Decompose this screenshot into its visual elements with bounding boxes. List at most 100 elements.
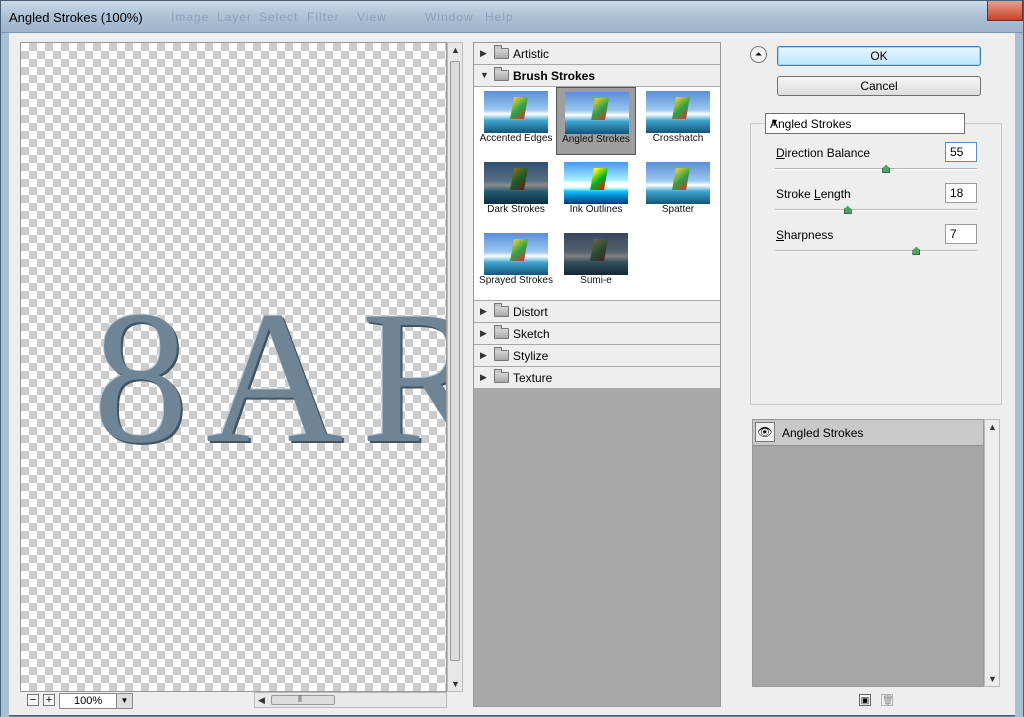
category-label: Texture <box>513 371 553 385</box>
window-frame-right <box>1015 33 1023 717</box>
collapse-arrow-icon: ▼ <box>480 70 489 80</box>
window-title: Angled Strokes (100%) <box>9 10 143 25</box>
stroke-length-label: Stroke Length <box>776 187 851 201</box>
preview-vertical-scrollbar[interactable]: ▲ ▼ <box>447 42 463 692</box>
sharpness-input[interactable]: 7 <box>945 224 977 244</box>
category-label: Artistic <box>513 47 549 61</box>
filter-gallery-window: Angled Strokes (100%) Image Layer Select… <box>0 0 1024 717</box>
ghost-menu-item: Image <box>171 10 210 24</box>
preview-vertical-scroll-thumb[interactable] <box>450 61 460 661</box>
sharpness-slider[interactable] <box>775 250 977 252</box>
collapse-gallery-icon[interactable]: ⏶ <box>750 46 767 63</box>
category-sketch[interactable]: ▶ Sketch <box>474 323 720 345</box>
expand-arrow-icon: ▶ <box>480 48 487 58</box>
filter-gallery-list: ▶ Artistic ▼ Brush Strokes Accented Edge… <box>473 42 721 707</box>
expand-arrow-icon: ▶ <box>480 306 487 316</box>
preview-horizontal-scroll-thumb[interactable]: ⦀ <box>271 694 335 705</box>
direction-balance-input[interactable]: 55 <box>945 142 977 162</box>
layers-vertical-scrollbar[interactable]: ▲ ▼ <box>984 419 1000 687</box>
category-texture[interactable]: ▶ Texture <box>474 367 720 389</box>
category-stylize[interactable]: ▶ Stylize <box>474 345 720 367</box>
effect-layers-panel: 👁 Angled Strokes <box>752 419 984 687</box>
grip-icon: ⦀ <box>298 694 302 704</box>
effect-layer-label: Angled Strokes <box>782 426 864 440</box>
folder-icon <box>494 303 509 317</box>
filter-preview-image <box>484 162 548 204</box>
preview-horizontal-scrollbar[interactable]: ◀ ⦀ <box>254 692 447 708</box>
filter-preview-image <box>564 233 628 275</box>
preview-image-text: 8AR <box>93 273 446 483</box>
stroke-length-input[interactable]: 18 <box>945 183 977 203</box>
cancel-button[interactable]: Cancel <box>777 76 981 96</box>
filter-thumb-sprayed-strokes[interactable]: Sprayed Strokes <box>476 229 556 297</box>
folder-icon <box>494 45 509 59</box>
scroll-up-icon[interactable]: ▲ <box>451 45 460 55</box>
filter-thumb-label: Ink Outlines <box>569 204 623 215</box>
ghost-menu-item: Select <box>259 10 299 24</box>
category-label: Stylize <box>513 349 549 363</box>
direction-balance-slider[interactable] <box>775 168 977 170</box>
filter-preview-image <box>646 91 710 133</box>
sharpness-label: Sharpness <box>776 228 834 242</box>
filter-preview-image <box>484 91 548 133</box>
ghost-menu-item: Layer <box>217 10 253 24</box>
ghost-menu-item: View <box>357 10 387 24</box>
scroll-down-icon[interactable]: ▼ <box>988 674 997 684</box>
folder-icon <box>494 347 509 361</box>
scroll-up-icon[interactable]: ▲ <box>988 422 997 432</box>
filter-settings-panel <box>750 123 1002 405</box>
category-label: Sketch <box>513 327 550 341</box>
eye-icon[interactable]: 👁 <box>755 422 775 442</box>
filter-thumb-label: Angled Strokes <box>562 134 630 145</box>
direction-balance-label: Direction Balance <box>776 146 871 160</box>
zoom-in-button[interactable]: + <box>43 694 55 706</box>
zoom-out-button[interactable]: − <box>27 694 39 706</box>
scroll-left-icon[interactable]: ◀ <box>258 695 265 706</box>
filter-thumb-label: Dark Strokes <box>487 204 545 215</box>
zoom-level-select[interactable]: 100% ▼ <box>59 693 133 709</box>
filter-preview-image <box>565 92 629 134</box>
stroke-length-slider[interactable] <box>775 209 977 211</box>
category-brush-strokes[interactable]: ▼ Brush Strokes <box>474 65 720 87</box>
filter-thumb-ink-outlines[interactable]: Ink Outlines <box>556 158 636 226</box>
scroll-down-icon[interactable]: ▼ <box>451 679 460 689</box>
filter-thumb-accented-edges[interactable]: Accented Edges <box>476 87 556 155</box>
filter-thumb-crosshatch[interactable]: Crosshatch <box>638 87 718 155</box>
category-label: Distort <box>513 305 548 319</box>
brush-strokes-thumbnails: Accented Edges Angled Strokes Crosshatch… <box>474 87 720 301</box>
new-effect-layer-icon[interactable]: ▣ <box>859 694 871 706</box>
category-artistic[interactable]: ▶ Artistic <box>474 43 720 65</box>
title-bar[interactable]: Angled Strokes (100%) Image Layer Select… <box>1 1 1023 33</box>
ok-button[interactable]: OK <box>777 46 981 66</box>
preview-canvas[interactable]: 8AR <box>20 42 447 692</box>
filter-thumb-sumi-e[interactable]: Sumi-e <box>556 229 636 297</box>
expand-arrow-icon: ▶ <box>480 328 487 338</box>
category-distort[interactable]: ▶ Distort <box>474 301 720 323</box>
folder-icon <box>494 67 509 81</box>
filter-select[interactable]: Angled Strokes ▼ <box>765 113 965 134</box>
filter-thumb-dark-strokes[interactable]: Dark Strokes <box>476 158 556 226</box>
delete-effect-layer-icon[interactable]: 🗑 <box>881 694 893 706</box>
zoom-level-value: 100% <box>74 695 103 707</box>
chevron-down-icon[interactable]: ▼ <box>116 694 132 708</box>
expand-arrow-icon: ▶ <box>480 372 487 382</box>
ghost-menu-item: Help <box>485 10 514 24</box>
ghost-menu-item: Filter <box>307 10 340 24</box>
filter-preview-image <box>484 233 548 275</box>
window-close-button[interactable] <box>987 1 1023 21</box>
filter-thumb-label: Sumi-e <box>580 275 612 286</box>
filter-thumb-label: Spatter <box>661 204 695 215</box>
filter-thumb-label: Sprayed Strokes <box>479 275 553 286</box>
filter-thumb-angled-strokes[interactable]: Angled Strokes <box>556 87 636 155</box>
category-label: Brush Strokes <box>513 69 596 83</box>
folder-icon <box>494 325 509 339</box>
expand-arrow-icon: ▶ <box>480 350 487 360</box>
filter-preview-image <box>564 162 628 204</box>
folder-icon <box>494 369 509 383</box>
filter-preview-image <box>646 162 710 204</box>
filter-thumb-spatter[interactable]: Spatter <box>638 158 718 226</box>
filter-thumb-label: Accented Edges <box>479 133 553 144</box>
window-frame-left <box>1 33 9 717</box>
effect-layer-row[interactable]: 👁 Angled Strokes <box>753 420 983 446</box>
filter-thumb-label: Crosshatch <box>652 133 704 144</box>
